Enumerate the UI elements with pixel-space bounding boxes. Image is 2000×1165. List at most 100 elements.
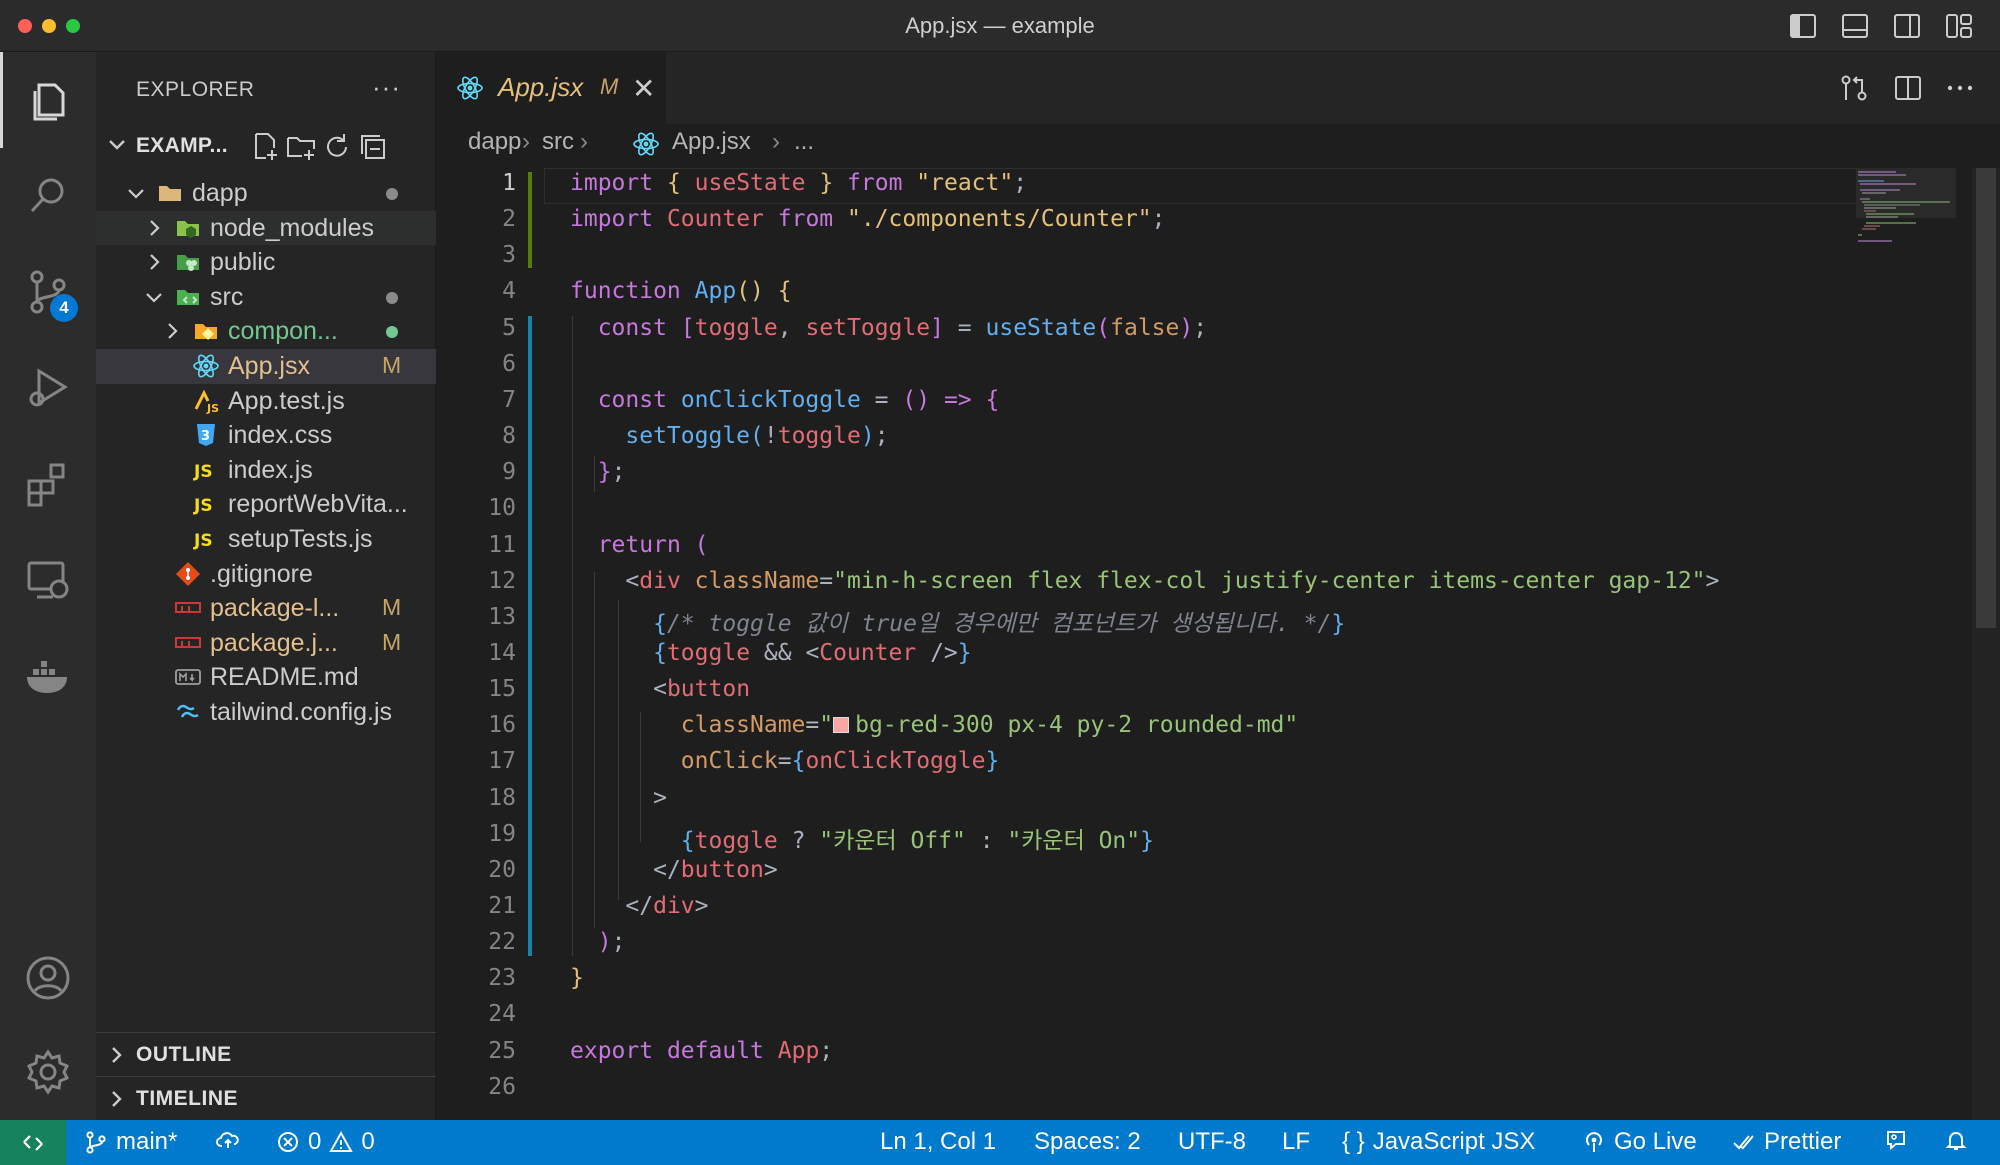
account-icon[interactable] <box>0 930 96 1026</box>
feedback-button[interactable] <box>1884 1128 1908 1152</box>
language-label: JavaScript JSX <box>1372 1128 1536 1155</box>
title-bar: App.jsx — example <box>0 0 2000 52</box>
code-line: {toggle && <Counter />} <box>653 639 972 666</box>
outline-section-header[interactable]: OUTLINE <box>96 1032 436 1076</box>
notifications-button[interactable] <box>1944 1128 1968 1152</box>
minimap[interactable] <box>1856 168 1956 288</box>
scrollbar-thumb[interactable] <box>1976 168 1996 628</box>
tree-item-index-js[interactable]: JS index.js <box>96 453 436 488</box>
breadcrumb-src[interactable]: src <box>542 128 574 156</box>
line-number: 15 <box>488 676 516 703</box>
tree-item-setuptests-js[interactable]: JS setupTests.js <box>96 522 436 557</box>
tree-item-node-modules[interactable]: node_modules <box>96 210 436 246</box>
tree-item-public[interactable]: public <box>96 245 436 280</box>
explorer-more-button[interactable]: ··· <box>372 72 401 103</box>
line-number: 13 <box>488 603 516 630</box>
end-of-line[interactable]: LF <box>1282 1128 1310 1156</box>
tree-item-tailwind-config-js[interactable]: tailwind.config.js <box>96 695 436 730</box>
code-line: setToggle(!toggle); <box>625 423 889 450</box>
new-folder-icon[interactable] <box>284 130 318 164</box>
public-folder-icon <box>174 248 202 276</box>
language-mode[interactable]: { } JavaScript JSX <box>1342 1128 1535 1156</box>
extensions-icon[interactable] <box>0 436 96 532</box>
tree-item-readme-md[interactable]: README.md <box>96 660 436 695</box>
tree-item-reportwebvita[interactable]: JS reportWebVita... <box>96 487 436 522</box>
line-number: 20 <box>488 856 516 883</box>
timeline-section-header[interactable]: TIMELINE <box>96 1076 436 1120</box>
svg-text:JS: JS <box>193 531 213 551</box>
line-number: 16 <box>488 712 516 739</box>
tree-item-src[interactable]: src <box>96 280 436 315</box>
window-minimize-button[interactable] <box>42 19 56 33</box>
indentation[interactable]: Spaces: 2 <box>1034 1128 1141 1156</box>
breadcrumb-symbols[interactable]: ... <box>794 128 814 156</box>
search-icon[interactable] <box>0 148 96 244</box>
tree-item-compon[interactable]: compon... <box>96 314 436 349</box>
css-icon: 3 <box>192 421 220 449</box>
breadcrumb-separator: › <box>772 128 780 155</box>
toggle-secondary-sidebar-icon[interactable] <box>1892 12 1922 40</box>
tab-close-icon[interactable]: ✕ <box>632 72 655 105</box>
toggle-primary-sidebar-icon[interactable] <box>1788 12 1818 40</box>
more-actions-icon[interactable] <box>1944 72 1976 104</box>
color-swatch-icon[interactable] <box>833 717 850 734</box>
workspace-root-row[interactable]: EXAMP... <box>96 128 436 168</box>
settings-gear-icon[interactable] <box>0 1024 96 1120</box>
window-close-button[interactable] <box>18 19 32 33</box>
tree-item-label: index.css <box>228 421 333 450</box>
breadcrumb-file[interactable]: App.jsx <box>672 128 751 156</box>
line-number: 9 <box>502 459 516 486</box>
docker-icon[interactable] <box>0 628 96 724</box>
window-maximize-button[interactable] <box>66 19 80 33</box>
toggle-panel-icon[interactable] <box>1840 12 1870 40</box>
tree-item-dapp[interactable]: dapp <box>96 176 436 211</box>
explorer-icon[interactable] <box>0 52 96 148</box>
code-editor[interactable]: 1 import { useState } from "react"; 2 impor… <box>436 168 2000 1120</box>
tree-item-app-jsx[interactable]: App.jsx M <box>96 349 436 384</box>
activity-bar: 4 <box>0 52 96 1120</box>
git-branch-button[interactable]: main* <box>84 1128 177 1156</box>
chevron-right-icon <box>112 1047 122 1063</box>
code-line: {toggle ? "카운터 Off" : "카운터 On"} <box>680 827 1154 854</box>
tree-item-app-test-js[interactable]: JS App.test.js <box>96 384 436 419</box>
tailwind-icon <box>174 698 202 726</box>
tree-item-label: tailwind.config.js <box>210 698 393 726</box>
tree-item-package-l[interactable]: package-l... M <box>96 591 436 626</box>
npm-icon <box>174 629 202 657</box>
react-icon <box>457 76 483 100</box>
code-line: }; <box>597 459 626 486</box>
line-number: 23 <box>488 965 516 992</box>
go-live-button[interactable]: Go Live <box>1582 1128 1697 1156</box>
new-file-icon[interactable] <box>248 130 282 164</box>
problems-button[interactable]: 0 0 <box>276 1128 375 1156</box>
code-line: const [toggle, setToggle] = useState(fal… <box>597 314 1208 341</box>
explorer-sidebar: EXPLORER ··· EXAMP... dapp node_modules pu… <box>96 52 436 1120</box>
prettier-button[interactable]: Prettier <box>1732 1128 1841 1156</box>
line-number: 6 <box>502 350 516 377</box>
sync-button[interactable] <box>216 1128 240 1152</box>
customize-layout-icon[interactable] <box>1944 12 1974 40</box>
src-folder-icon <box>174 283 202 311</box>
tree-item-package-j[interactable]: package.j... M <box>96 626 436 661</box>
collapse-all-icon[interactable] <box>356 130 390 164</box>
cursor-position[interactable]: Ln 1, Col 1 <box>880 1128 996 1156</box>
cloud-upload-icon <box>216 1132 239 1148</box>
refresh-icon[interactable] <box>320 130 354 164</box>
remote-explorer-icon[interactable] <box>0 532 96 628</box>
bell-icon <box>1945 1132 1967 1150</box>
tree-item-label: src <box>210 282 244 311</box>
js-icon: JS <box>192 525 220 553</box>
breadcrumb-dapp[interactable]: dapp <box>468 128 521 156</box>
js-icon: JS <box>192 490 220 518</box>
tree-item-index-css[interactable]: 3 index.css <box>96 418 436 453</box>
remote-indicator-button[interactable] <box>0 1120 66 1165</box>
tree-item-gitignore[interactable]: .gitignore <box>96 557 436 592</box>
open-changes-icon[interactable] <box>1838 72 1870 104</box>
braces-icon: { } <box>1342 1128 1365 1155</box>
run-debug-icon[interactable] <box>0 340 96 436</box>
source-control-icon[interactable] <box>0 244 96 340</box>
source-control-badge: 4 <box>50 294 78 322</box>
encoding[interactable]: UTF-8 <box>1178 1128 1246 1156</box>
tab-app-jsx[interactable]: App.jsx M ✕ <box>436 52 666 124</box>
split-editor-icon[interactable] <box>1892 72 1924 104</box>
